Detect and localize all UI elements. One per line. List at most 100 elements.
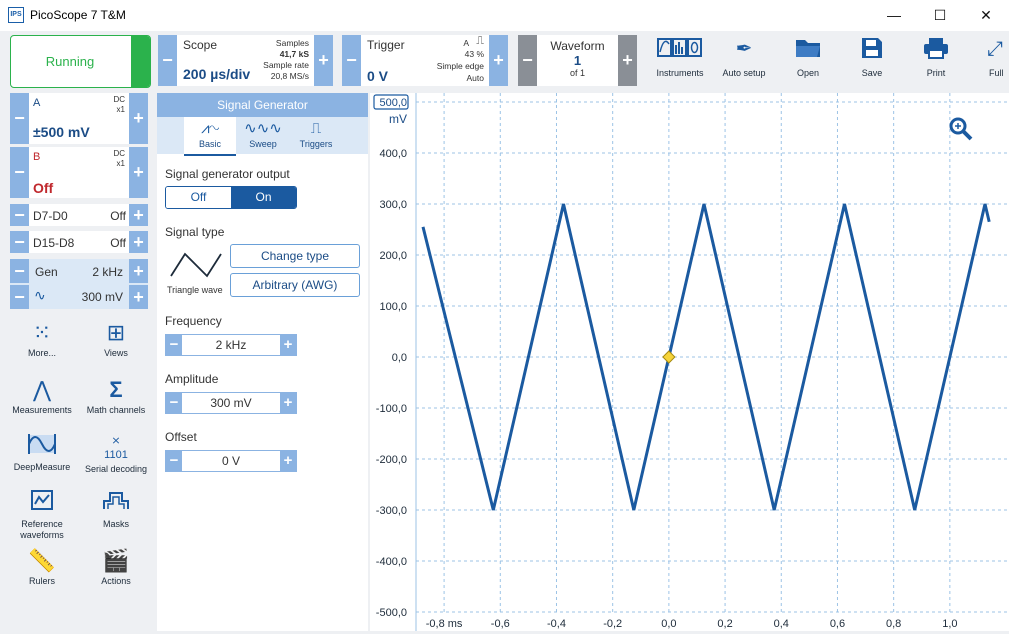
waveform-prev-button[interactable]: − (518, 35, 537, 86)
amplitude-increase-button[interactable]: + (280, 393, 296, 413)
rising-edge-icon: ⎍ (476, 35, 484, 47)
channel-a-name: A (33, 97, 41, 109)
math-channels-button[interactable]: Σ Math channels (81, 375, 151, 416)
print-button[interactable]: Print (905, 36, 967, 86)
run-stop-button[interactable]: Running (10, 35, 151, 88)
maximize-button[interactable]: ☐ (917, 0, 963, 31)
trigger-settings[interactable]: Trigger 0 V A ⎍ 43 % Simple edge Auto (361, 35, 489, 86)
change-type-button[interactable]: Change type (230, 244, 360, 268)
triangle-type-icon (169, 248, 223, 283)
rulers-button[interactable]: 📏 Rulers (7, 546, 77, 587)
actions-button[interactable]: 🎬 Actions (81, 546, 151, 587)
channel-b-minus-button[interactable]: − (10, 147, 29, 198)
channel-a-minus-button[interactable]: − (10, 93, 29, 144)
run-status-label: Running (45, 54, 95, 69)
digital-d15-d8-panel[interactable]: − D15-D8 Off + (10, 231, 148, 253)
output-toggle[interactable]: Off On (165, 186, 297, 209)
reference-waveforms-button[interactable]: Reference waveforms (7, 489, 77, 541)
frequency-label: Frequency (165, 314, 222, 328)
scope-minus-button[interactable]: − (158, 35, 177, 86)
channel-a-panel[interactable]: − A DC x1 ±500 mV + (10, 93, 148, 144)
masks-button[interactable]: Masks (81, 489, 151, 530)
serial-decoding-button[interactable]: ⨯ 1101 Serial decoding (81, 432, 151, 475)
gen-freq-plus-button[interactable]: + (129, 259, 148, 283)
close-button[interactable]: ✕ (963, 0, 1009, 31)
amplitude-value[interactable]: 300 mV (182, 393, 280, 413)
offset-increase-button[interactable]: + (280, 451, 296, 471)
waveform-selector[interactable]: Waveform 1 of 1 (537, 35, 618, 86)
frequency-decrease-button[interactable]: − (166, 335, 182, 355)
channel-a-coupling: DC (113, 95, 125, 104)
offset-stepper[interactable]: − 0 V + (165, 450, 297, 472)
digital-d7-minus-button[interactable]: − (10, 204, 29, 226)
gen-amp-plus-button[interactable]: + (129, 285, 148, 309)
math-channels-label: Math channels (86, 405, 146, 415)
trigger-marker[interactable] (662, 350, 676, 364)
gen-name: Gen (35, 265, 58, 279)
tab-sweep[interactable]: ∿∿∿ Sweep (237, 117, 289, 154)
waveform-next-button[interactable]: + (618, 35, 637, 86)
run-indicator (131, 36, 150, 87)
channel-b-coupling: DC (113, 149, 125, 158)
offset-value[interactable]: 0 V (182, 451, 280, 471)
trigger-minus-button[interactable]: − (342, 35, 361, 86)
gen-freq-minus-button[interactable]: − (10, 259, 29, 283)
minimize-button[interactable]: — (871, 0, 917, 31)
tab-triggers[interactable]: ⎍ Triggers (290, 117, 342, 154)
scope-view[interactable]: 500,0 400,0 300,0 200,0 100,0 0,0 -100,0 -200,0… (370, 93, 1009, 631)
channel-a-range: ±500 mV (33, 124, 90, 140)
measurements-button[interactable]: ⋀ Measurements (7, 375, 77, 416)
print-icon (905, 36, 967, 62)
views-label: Views (104, 348, 128, 358)
amplitude-decrease-button[interactable]: − (166, 393, 182, 413)
y-tick-label: -300,0 (376, 505, 407, 517)
instruments-icon (649, 36, 711, 62)
output-off-option[interactable]: Off (166, 187, 231, 208)
frequency-increase-button[interactable]: + (280, 335, 296, 355)
frequency-stepper[interactable]: − 2 kHz + (165, 334, 297, 356)
offset-label: Offset (165, 430, 197, 444)
arbitrary-awg-button[interactable]: Arbitrary (AWG) (230, 273, 360, 297)
save-button[interactable]: Save (841, 36, 903, 86)
fullscreen-button[interactable]: ⤢ Full (969, 36, 1009, 86)
amplitude-stepper[interactable]: − 300 mV + (165, 392, 297, 414)
x-tick-label: -0,8 ms (426, 618, 463, 630)
trigger-plus-button[interactable]: + (489, 35, 508, 86)
trigger-label: Trigger (367, 38, 405, 52)
digital-d7-plus-button[interactable]: + (129, 204, 148, 226)
rulers-icon: 📏 (28, 548, 56, 573)
x-tick-label: 0,4 (774, 618, 789, 630)
actions-label: Actions (101, 576, 131, 586)
offset-decrease-button[interactable]: − (166, 451, 182, 471)
scope-plus-button[interactable]: + (314, 35, 333, 86)
scope-plot[interactable]: 500,0 400,0 300,0 200,0 100,0 0,0 -100,0 -200,0… (370, 93, 1009, 631)
output-on-option[interactable]: On (231, 187, 296, 208)
open-button[interactable]: Open (777, 36, 839, 86)
instruments-button[interactable]: Instruments (649, 36, 711, 86)
auto-setup-button[interactable]: ✒ Auto setup (713, 36, 775, 86)
waveform-label: Waveform (550, 39, 605, 53)
signal-generator-channel[interactable]: − − Gen 2 kHz ∿ 300 mV + + (10, 259, 148, 309)
more-button[interactable]: ⁙ More... (7, 318, 77, 359)
digital-d15-plus-button[interactable]: + (129, 231, 148, 253)
channel-a-plus-button[interactable]: + (129, 93, 148, 144)
open-label: Open (796, 68, 820, 78)
math-channels-icon: Σ (109, 377, 123, 402)
zoom-icon[interactable] (949, 117, 973, 141)
channel-b-panel[interactable]: − B DC x1 Off + (10, 147, 148, 198)
views-button[interactable]: ⊞ Views (81, 318, 151, 359)
masks-icon (81, 489, 151, 519)
gen-amp-minus-button[interactable]: − (10, 285, 29, 309)
digital-d15-minus-button[interactable]: − (10, 231, 29, 253)
y-tick-label: -100,0 (376, 403, 407, 415)
serial-decoding-icon: ⨯ 1101 (104, 435, 128, 461)
digital-d7-d0-panel[interactable]: − D7-D0 Off + (10, 204, 148, 226)
print-label: Print (926, 68, 946, 78)
digital-d15-state: Off (110, 236, 126, 250)
tab-basic[interactable]: ⩘∿ Basic (184, 117, 236, 156)
channel-b-plus-button[interactable]: + (129, 147, 148, 198)
deepmeasure-button[interactable]: DeepMeasure (7, 432, 77, 473)
frequency-value[interactable]: 2 kHz (182, 335, 280, 355)
scope-settings[interactable]: Scope 200 µs/div Samples 41,7 kS Sample … (177, 35, 314, 86)
fullscreen-icon: ⤢ (987, 38, 1003, 60)
